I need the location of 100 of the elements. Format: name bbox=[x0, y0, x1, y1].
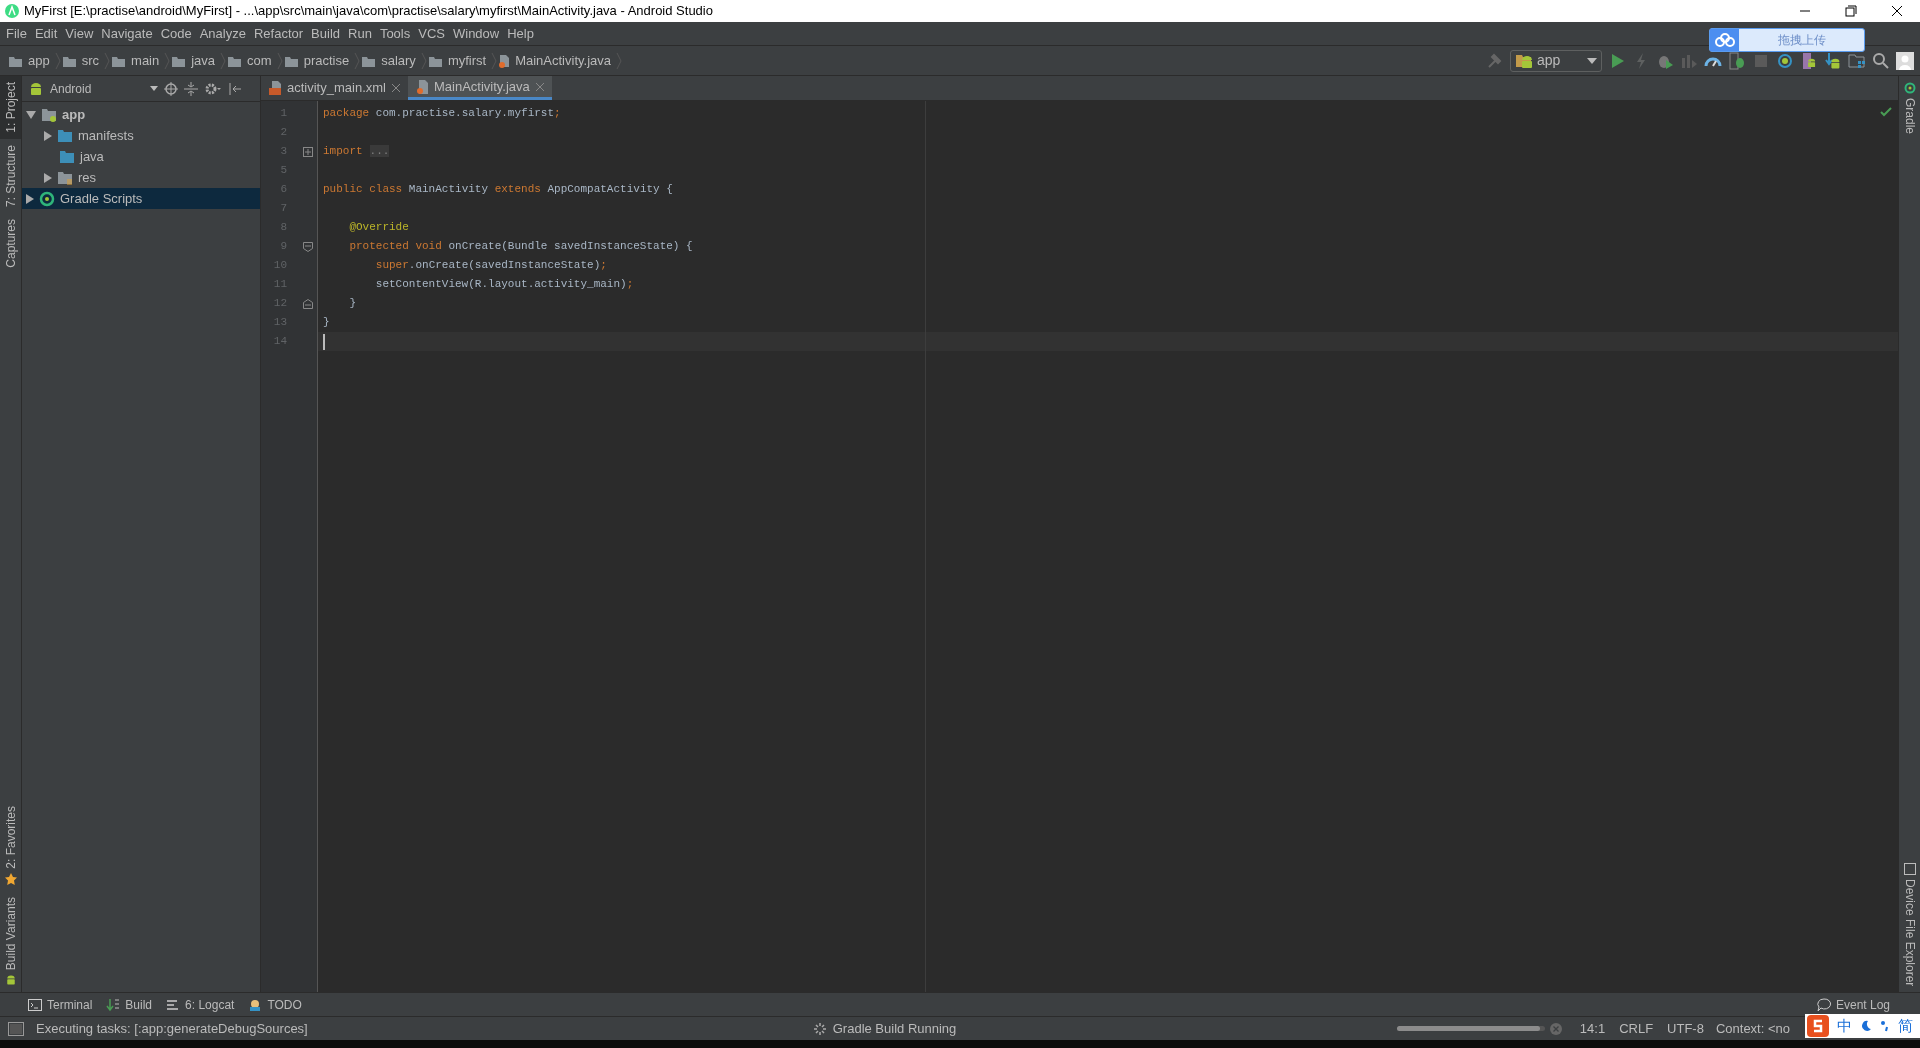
menu-item[interactable]: Refactor bbox=[249, 23, 308, 44]
menu-item[interactable]: Build bbox=[307, 23, 344, 44]
code-line: setContentView(R.layout.activity_main); bbox=[374, 277, 634, 293]
build-icon bbox=[106, 997, 121, 1012]
menu-item[interactable]: Navigate bbox=[97, 23, 157, 44]
tool-window-tab[interactable]: TODO bbox=[248, 995, 302, 1014]
menu-item[interactable]: VCS bbox=[414, 23, 449, 44]
user-avatar-icon[interactable] bbox=[1896, 51, 1914, 70]
tool-window-tab[interactable]: 2: Favorites bbox=[0, 800, 21, 891]
spinner-icon bbox=[812, 1021, 827, 1036]
breadcrumb-item[interactable]: src bbox=[61, 50, 104, 71]
menu-item[interactable]: Analyze bbox=[195, 23, 250, 44]
event-log-tab[interactable]: Event Log bbox=[1816, 995, 1890, 1014]
collapsed-arrow-icon[interactable] bbox=[44, 130, 52, 141]
fold-end-icon[interactable] bbox=[303, 298, 313, 309]
android-icon bbox=[4, 974, 17, 986]
breadcrumb-item[interactable]: practise bbox=[283, 50, 354, 71]
breadcrumb-item[interactable]: com bbox=[227, 50, 276, 71]
speech-bubble-icon bbox=[1816, 997, 1831, 1012]
menu-item[interactable]: Edit bbox=[30, 23, 62, 44]
encoding-selector[interactable]: UTF-8 bbox=[1667, 1018, 1704, 1039]
menu-item[interactable]: File bbox=[2, 23, 31, 44]
tree-item[interactable]: Gradle Scripts bbox=[22, 188, 260, 209]
tool-window-tab[interactable]: Device File Explorer bbox=[1899, 856, 1920, 992]
log-lines-icon bbox=[166, 997, 181, 1012]
toggle-tool-windows-icon[interactable] bbox=[8, 1021, 24, 1036]
caret-position[interactable]: 14:1 bbox=[1579, 1018, 1606, 1039]
tool-window-tab[interactable]: Build Variants bbox=[0, 890, 21, 992]
menu-item[interactable]: Code bbox=[156, 23, 196, 44]
menu-item[interactable]: View bbox=[61, 23, 98, 44]
java-file-icon bbox=[498, 53, 511, 68]
tree-item[interactable]: res bbox=[22, 167, 260, 188]
breadcrumb-item[interactable]: MainActivity.java bbox=[498, 50, 615, 71]
menu-item[interactable]: Tools bbox=[375, 23, 415, 44]
java-file-icon bbox=[415, 79, 428, 94]
chevron-icon bbox=[419, 50, 428, 71]
sync-icon[interactable] bbox=[1776, 51, 1794, 70]
tool-window-tab[interactable]: Build bbox=[106, 995, 153, 1014]
project-view-dropdown[interactable]: Android bbox=[28, 79, 158, 98]
run-config-dropdown[interactable]: app bbox=[1510, 49, 1602, 72]
star-icon bbox=[4, 872, 17, 885]
breadcrumb-item[interactable]: main bbox=[111, 50, 164, 71]
device-bug-icon[interactable] bbox=[1728, 51, 1746, 70]
close-icon[interactable] bbox=[391, 84, 400, 92]
context-label: Context: <no bbox=[1715, 1019, 1790, 1038]
expand-fold-icon[interactable] bbox=[303, 146, 313, 157]
chevron-icon bbox=[103, 50, 112, 71]
background-task-label: Gradle Build Running bbox=[832, 1019, 957, 1038]
editor-tab[interactable]: MainActivity.java bbox=[407, 76, 552, 100]
tree-item[interactable]: app bbox=[22, 104, 260, 125]
breadcrumb-item[interactable]: salary bbox=[361, 50, 420, 71]
locate-icon[interactable] bbox=[164, 81, 178, 96]
tool-window-tab[interactable]: Gradle bbox=[1899, 76, 1920, 141]
menu-item[interactable]: Run bbox=[344, 23, 376, 44]
expanded-arrow-icon[interactable] bbox=[26, 110, 36, 119]
breadcrumb-item[interactable]: myfirst bbox=[427, 50, 491, 71]
code-line: package com.practise.salary.myfirst; bbox=[323, 106, 561, 122]
fold-start-icon[interactable] bbox=[303, 241, 313, 252]
tool-window-tab[interactable]: Terminal bbox=[28, 995, 93, 1014]
hide-panel-icon[interactable] bbox=[228, 81, 242, 96]
project-structure-icon[interactable] bbox=[1848, 51, 1866, 70]
code-line: @Override bbox=[348, 220, 409, 236]
device-icon bbox=[1903, 862, 1916, 875]
collapsed-arrow-icon[interactable] bbox=[26, 193, 34, 204]
tree-item[interactable]: manifests bbox=[22, 125, 260, 146]
close-icon[interactable] bbox=[535, 82, 544, 91]
tool-window-tab[interactable]: 1: Project bbox=[0, 76, 21, 139]
code-line: } bbox=[348, 296, 356, 312]
collapsed-arrow-icon[interactable] bbox=[44, 172, 52, 183]
chevron-icon bbox=[219, 50, 228, 71]
tool-window-tab[interactable]: 6: Logcat bbox=[166, 995, 235, 1014]
menu-item[interactable]: Window bbox=[448, 23, 504, 44]
tool-window-tab[interactable]: 7: Structure bbox=[0, 138, 21, 213]
collapse-all-icon[interactable] bbox=[184, 81, 198, 96]
avd-manager-icon[interactable] bbox=[1800, 51, 1818, 70]
breadcrumb-item[interactable]: app bbox=[8, 50, 54, 71]
chevron-icon bbox=[163, 50, 172, 71]
input-method-bar[interactable]: 中 简 bbox=[1805, 1014, 1920, 1038]
code-line: super.onCreate(savedInstanceState); bbox=[374, 258, 607, 274]
gradle-icon bbox=[1903, 82, 1916, 94]
menu-item[interactable]: Help bbox=[503, 23, 538, 44]
breadcrumb-item[interactable]: java bbox=[171, 50, 220, 71]
gradle-icon bbox=[39, 190, 55, 207]
chevron-icon bbox=[353, 50, 362, 71]
settings-icon[interactable] bbox=[204, 81, 222, 96]
editor-tab[interactable]: activity_main.xml bbox=[261, 76, 408, 100]
line-separator-selector[interactable]: CRLF bbox=[1619, 1018, 1654, 1039]
code-line: protected void onCreate(Bundle savedInstanceState) { bbox=[348, 239, 693, 255]
window-title: MyFirst [E:\practise\android\MyFirst] - ...\app\src\main\java\com\practise\salary\myfirst\MainActivity.java - Android Studio bbox=[24, 2, 713, 21]
chevron-icon bbox=[490, 50, 499, 71]
tree-item[interactable]: java bbox=[22, 146, 260, 167]
sdk-manager-icon[interactable] bbox=[1824, 51, 1842, 70]
module-folder-icon bbox=[41, 106, 57, 123]
upload-drop-target[interactable]: 拖拽上传 bbox=[1709, 28, 1865, 52]
status-message: Executing tasks: [:app:generateDebugSources] bbox=[36, 1019, 308, 1038]
xml-file-icon bbox=[269, 81, 281, 95]
search-icon[interactable] bbox=[1872, 51, 1890, 70]
input-method-logo-icon bbox=[1807, 1015, 1829, 1037]
tool-window-tab[interactable]: Captures bbox=[0, 212, 21, 274]
cloud-icon bbox=[1714, 33, 1735, 47]
